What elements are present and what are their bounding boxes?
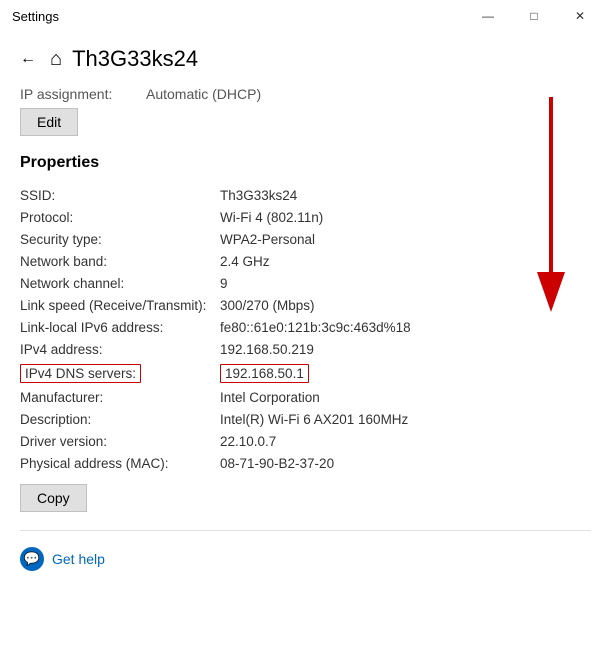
main-content: ← ⌂ Th3G33ks24 IP assignment: Automatic … bbox=[0, 32, 611, 648]
get-help-link[interactable]: 💬 Get help bbox=[20, 539, 591, 579]
network-name: Th3G33ks24 bbox=[72, 46, 198, 72]
prop-value: 192.168.50.219 bbox=[220, 338, 591, 360]
prop-label: Network band: bbox=[20, 250, 220, 272]
prop-value: 192.168.50.1 bbox=[220, 360, 591, 386]
table-row: Security type:WPA2-Personal bbox=[20, 228, 591, 250]
maximize-button[interactable]: □ bbox=[511, 0, 557, 32]
properties-table: SSID:Th3G33ks24Protocol:Wi-Fi 4 (802.11n… bbox=[20, 184, 591, 474]
close-button[interactable]: ✕ bbox=[557, 0, 603, 32]
edit-button[interactable]: Edit bbox=[20, 108, 78, 136]
prop-value: Intel(R) Wi-Fi 6 AX201 160MHz bbox=[220, 408, 591, 430]
prop-value: 9 bbox=[220, 272, 591, 294]
table-row: SSID:Th3G33ks24 bbox=[20, 184, 591, 206]
prop-label: IPv4 address: bbox=[20, 338, 220, 360]
ip-assignment-row: IP assignment: Automatic (DHCP) bbox=[20, 86, 591, 102]
prop-label: IPv4 DNS servers: bbox=[20, 360, 220, 386]
prop-label: Description: bbox=[20, 408, 220, 430]
prop-value: Intel Corporation bbox=[220, 386, 591, 408]
ip-assignment-value: Automatic (DHCP) bbox=[146, 86, 261, 102]
copy-button[interactable]: Copy bbox=[20, 484, 87, 512]
table-row: Description:Intel(R) Wi-Fi 6 AX201 160MH… bbox=[20, 408, 591, 430]
table-row: Physical address (MAC):08-71-90-B2-37-20 bbox=[20, 452, 591, 474]
prop-label: Protocol: bbox=[20, 206, 220, 228]
table-row: Link-local IPv6 address:fe80::61e0:121b:… bbox=[20, 316, 591, 338]
prop-label: Security type: bbox=[20, 228, 220, 250]
prop-label: Network channel: bbox=[20, 272, 220, 294]
back-header: ← ⌂ Th3G33ks24 bbox=[0, 32, 611, 78]
inner-content: IP assignment: Automatic (DHCP) Edit Pro… bbox=[0, 86, 611, 599]
prop-value: Wi-Fi 4 (802.11n) bbox=[220, 206, 591, 228]
wifi-icon: ⌂ bbox=[50, 48, 62, 71]
prop-value: Th3G33ks24 bbox=[220, 184, 591, 206]
page-title: ⌂ Th3G33ks24 bbox=[50, 46, 198, 72]
table-row: IPv4 address:192.168.50.219 bbox=[20, 338, 591, 360]
prop-label: SSID: bbox=[20, 184, 220, 206]
title-bar-left: Settings bbox=[12, 9, 59, 24]
prop-value: 2.4 GHz bbox=[220, 250, 591, 272]
minimize-button[interactable]: — bbox=[465, 0, 511, 32]
prop-value: 22.10.0.7 bbox=[220, 430, 591, 452]
prop-value: WPA2-Personal bbox=[220, 228, 591, 250]
prop-label: Link-local IPv6 address: bbox=[20, 316, 220, 338]
title-bar-controls: — □ ✕ bbox=[465, 0, 603, 32]
settings-window: Settings — □ ✕ ← ⌂ Th3G33 bbox=[0, 0, 611, 648]
window-title: Settings bbox=[12, 9, 59, 24]
table-row: Link speed (Receive/Transmit):300/270 (M… bbox=[20, 294, 591, 316]
back-button[interactable]: ← bbox=[16, 48, 40, 70]
divider bbox=[20, 530, 591, 531]
table-row: Network channel:9 bbox=[20, 272, 591, 294]
table-row: Protocol:Wi-Fi 4 (802.11n) bbox=[20, 206, 591, 228]
prop-label: Link speed (Receive/Transmit): bbox=[20, 294, 220, 316]
prop-value: 08-71-90-B2-37-20 bbox=[220, 452, 591, 474]
prop-label: Driver version: bbox=[20, 430, 220, 452]
prop-label: Physical address (MAC): bbox=[20, 452, 220, 474]
get-help-label: Get help bbox=[52, 551, 105, 567]
ip-assignment-label: IP assignment: bbox=[20, 86, 130, 102]
prop-value: 300/270 (Mbps) bbox=[220, 294, 591, 316]
prop-value: fe80::61e0:121b:3c9c:463d%18 bbox=[220, 316, 591, 338]
prop-label: Manufacturer: bbox=[20, 386, 220, 408]
title-bar: Settings — □ ✕ bbox=[0, 0, 611, 32]
table-row: Driver version:22.10.0.7 bbox=[20, 430, 591, 452]
table-row: IPv4 DNS servers:192.168.50.1 bbox=[20, 360, 591, 386]
properties-title: Properties bbox=[20, 154, 591, 172]
help-icon: 💬 bbox=[20, 547, 44, 571]
table-row: Manufacturer:Intel Corporation bbox=[20, 386, 591, 408]
table-row: Network band:2.4 GHz bbox=[20, 250, 591, 272]
